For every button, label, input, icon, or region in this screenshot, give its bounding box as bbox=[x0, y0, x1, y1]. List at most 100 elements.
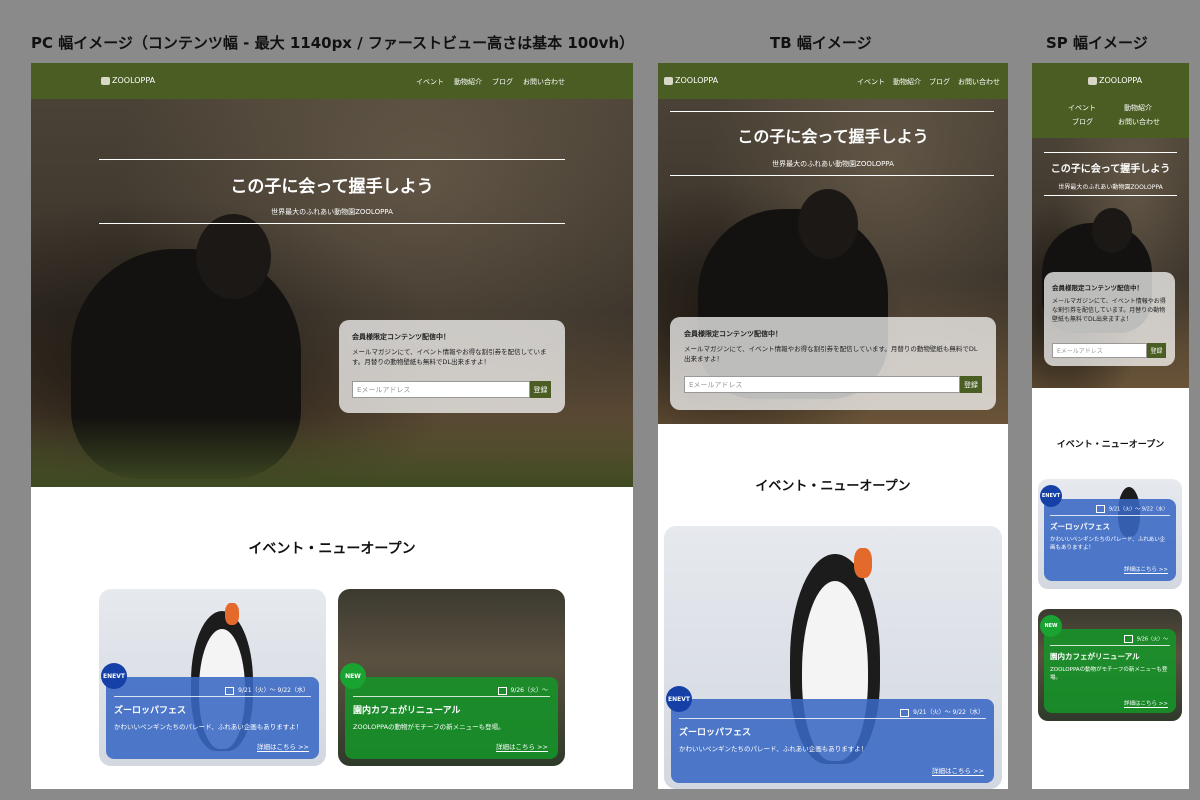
gorilla-head bbox=[196, 214, 271, 299]
tb-header: ZOOLOPPA イベント 動物紹介 ブログ お問い合わせ bbox=[658, 63, 1008, 99]
hero-title: この子に会って握手しよう bbox=[1050, 164, 1171, 175]
nav-item-animals[interactable]: 動物紹介 bbox=[454, 77, 482, 87]
event-overlay: 9/21（火）～ 9/22（水） ズーロッパフェス かわいいペンギンたちのパレー… bbox=[1044, 499, 1176, 581]
calendar-icon bbox=[497, 686, 507, 695]
member-body: メールマガジンにて、イベント情報やお得な割引券を配信しています。月替りの動物壁紙… bbox=[684, 345, 978, 363]
penguin-beak bbox=[854, 548, 872, 578]
nav-item-animals[interactable]: 動物紹介 bbox=[893, 77, 921, 87]
leaves-decoration bbox=[31, 417, 633, 487]
event-body: ZOOLOPPAの動物がモチーフの新メニューも登場。 bbox=[1050, 667, 1168, 681]
hero-title: この子に会って握手しよう bbox=[737, 127, 929, 146]
hero-top-rule bbox=[99, 159, 565, 160]
nav-item-animals[interactable]: 動物紹介 bbox=[1124, 103, 1152, 113]
event-date: 9/21（火）～ 9/22（水） bbox=[900, 707, 984, 717]
zoo-logo-icon bbox=[664, 76, 673, 85]
register-button[interactable]: 登録 bbox=[1147, 343, 1166, 358]
calendar-icon bbox=[1095, 505, 1105, 513]
email-input[interactable]: Eメールアドレス bbox=[1052, 343, 1147, 358]
nav-item-contact[interactable]: お問い合わせ bbox=[958, 77, 1000, 87]
nav-item-contact[interactable]: お問い合わせ bbox=[1118, 117, 1160, 127]
event-section-title: イベント・ニューオープン bbox=[755, 479, 911, 494]
member-card: 会員様限定コンテンツ配信中！ メールマガジンにて、イベント情報やお得な割引券を配… bbox=[339, 320, 565, 413]
event-more-link[interactable]: 詳細はこちら >> bbox=[1124, 699, 1168, 708]
pc-hero: この子に会って握手しよう 世界最大のふれあい動物園ZOOLOPPA 会員様限定コ… bbox=[31, 99, 633, 487]
event-body: かわいいペンギンたちのパレード、ふれあい企画もありますよ！ bbox=[679, 745, 868, 753]
pc-frame: ZOOLOPPA イベント 動物紹介 ブログ お問い合わせ この子に会って握手し… bbox=[31, 63, 633, 789]
member-card: 会員様限定コンテンツ配信中！ メールマガジンにて、イベント情報やお得な割引券を配… bbox=[1044, 272, 1175, 366]
nav-item-event[interactable]: イベント bbox=[1068, 103, 1096, 113]
event-body: ZOOLOPPAの動物がモチーフの新メニューも登場。 bbox=[353, 723, 505, 731]
nav-item-contact[interactable]: お問い合わせ bbox=[523, 77, 565, 87]
sp-logo-text: ZOOLOPPA bbox=[1099, 76, 1143, 85]
event-body: かわいいペンギンたちのパレード、ふれあい企画もありますよ！ bbox=[1050, 537, 1166, 551]
event-rule bbox=[353, 696, 550, 697]
event-section-title: イベント・ニューオープン bbox=[1056, 440, 1165, 450]
event-title: 園内カフェがリニューアル bbox=[1050, 652, 1140, 661]
event-more-link[interactable]: 詳細はこちら >> bbox=[257, 741, 309, 752]
pc-header: ZOOLOPPA イベント 動物紹介 ブログ お問い合わせ bbox=[31, 63, 633, 99]
nav-item-blog[interactable]: ブログ bbox=[1072, 117, 1093, 127]
event-card-festival[interactable]: 9/21（火）～ 9/22（水） ズーロッパフェス かわいいペンギンたちのパレー… bbox=[664, 526, 1002, 789]
hero-subtitle: 世界最大のふれあい動物園ZOOLOPPA bbox=[772, 160, 894, 168]
sp-label: SP 幅イメージ bbox=[1046, 34, 1148, 52]
event-title: ズーロッパフェス bbox=[1050, 522, 1110, 531]
hero-subtitle: 世界最大のふれあい動物園ZOOLOPPA bbox=[271, 208, 393, 216]
event-title: 園内カフェがリニューアル bbox=[353, 706, 461, 716]
member-card: 会員様限定コンテンツ配信中！ メールマガジンにて、イベント情報やお得な割引券を配… bbox=[670, 317, 996, 410]
member-title: 会員様限定コンテンツ配信中！ bbox=[684, 330, 782, 338]
penguin-beak bbox=[225, 603, 239, 625]
event-title: ズーロッパフェス bbox=[114, 706, 187, 716]
calendar-icon bbox=[225, 686, 235, 695]
event-card-cafe[interactable]: 9/26（火）～ 園内カフェがリニューアル ZOOLOPPAの動物がモチーフの新… bbox=[338, 589, 565, 766]
hero-subtitle: 世界最大のふれあい動物園ZOOLOPPA bbox=[1058, 184, 1163, 191]
event-overlay: 9/26（火）～ 園内カフェがリニューアル ZOOLOPPAの動物がモチーフの新… bbox=[1044, 629, 1176, 713]
tb-logo[interactable]: ZOOLOPPA bbox=[664, 76, 718, 85]
pc-nav: イベント 動物紹介 ブログ お問い合わせ bbox=[416, 77, 565, 87]
register-button[interactable]: 登録 bbox=[530, 381, 551, 398]
event-card-festival[interactable]: 9/21（火）～ 9/22（水） ズーロッパフェス かわいいペンギンたちのパレー… bbox=[99, 589, 326, 766]
hero-bottom-rule bbox=[99, 223, 565, 224]
nav-item-event[interactable]: イベント bbox=[857, 77, 885, 87]
event-date: 9/26（火）～ bbox=[497, 685, 548, 695]
event-date: 9/26（火）～ bbox=[1123, 635, 1168, 643]
event-rule bbox=[1050, 515, 1170, 516]
event-title: ズーロッパフェス bbox=[679, 728, 752, 738]
event-more-link[interactable]: 詳細はこちら >> bbox=[496, 741, 548, 752]
calendar-icon bbox=[1123, 635, 1133, 643]
member-title: 会員様限定コンテンツ配信中！ bbox=[1052, 284, 1143, 292]
gorilla-head bbox=[798, 189, 858, 259]
pc-logo[interactable]: ZOOLOPPA bbox=[101, 76, 155, 85]
member-body: メールマガジンにて、イベント情報やお得な割引券を配信しています。月替りの動物壁紙… bbox=[352, 348, 547, 366]
tb-logo-text: ZOOLOPPA bbox=[675, 76, 719, 85]
nav-item-blog[interactable]: ブログ bbox=[929, 77, 950, 87]
event-date: 9/21（火）～ 9/22（水） bbox=[1095, 505, 1168, 513]
event-badge: ENEVT bbox=[666, 686, 692, 712]
event-body: かわいいペンギンたちのパレード、ふれあい企画もありますよ！ bbox=[114, 723, 303, 731]
hero-top-rule bbox=[1044, 152, 1177, 153]
event-badge: ENEVT bbox=[101, 663, 127, 689]
hero-bottom-rule bbox=[670, 175, 994, 176]
tb-label: TB 幅イメージ bbox=[770, 34, 872, 52]
email-input[interactable]: Eメールアドレス bbox=[352, 381, 530, 398]
pc-label: PC 幅イメージ（コンテンツ幅 - 最大 1140px / ファーストビュー高さ… bbox=[31, 34, 635, 52]
event-badge: NEW bbox=[340, 663, 366, 689]
event-badge: ENEVT bbox=[1040, 485, 1062, 507]
register-button[interactable]: 登録 bbox=[960, 376, 982, 393]
sp-header: ZOOLOPPA イベント 動物紹介 ブログ お問い合わせ bbox=[1032, 63, 1189, 138]
event-card-festival[interactable]: 9/21（火）～ 9/22（水） ズーロッパフェス かわいいペンギンたちのパレー… bbox=[1038, 479, 1182, 589]
pc-logo-text: ZOOLOPPA bbox=[112, 76, 156, 85]
sp-frame: ZOOLOPPA イベント 動物紹介 ブログ お問い合わせ この子に会って握手し… bbox=[1032, 63, 1189, 789]
email-input[interactable]: Eメールアドレス bbox=[684, 376, 960, 393]
calendar-icon bbox=[900, 708, 910, 717]
nav-item-event[interactable]: イベント bbox=[416, 77, 444, 87]
sp-logo[interactable]: ZOOLOPPA bbox=[1088, 76, 1142, 85]
event-card-cafe[interactable]: 9/26（火）～ 園内カフェがリニューアル ZOOLOPPAの動物がモチーフの新… bbox=[1038, 609, 1182, 721]
gorilla-head bbox=[1092, 208, 1132, 253]
zoo-logo-icon bbox=[101, 76, 110, 85]
event-more-link[interactable]: 詳細はこちら >> bbox=[932, 765, 984, 776]
tb-hero: この子に会って握手しよう 世界最大のふれあい動物園ZOOLOPPA 会員様限定コ… bbox=[658, 99, 1008, 424]
hero-bottom-rule bbox=[1044, 195, 1177, 196]
event-more-link[interactable]: 詳細はこちら >> bbox=[1124, 565, 1168, 574]
hero-title: この子に会って握手しよう bbox=[230, 177, 434, 197]
nav-item-blog[interactable]: ブログ bbox=[492, 77, 513, 87]
